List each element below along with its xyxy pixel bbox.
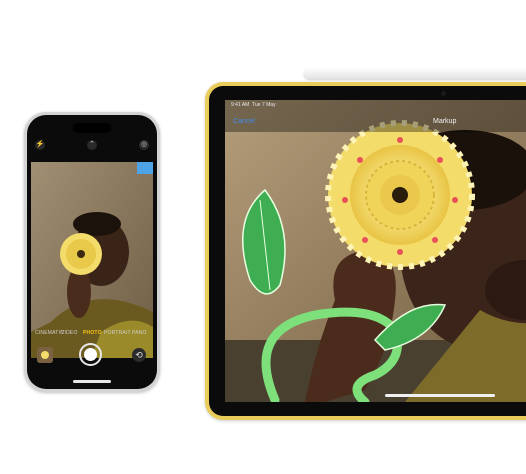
camera-mode-strip: CINEMATIC VIDEO PHOTO PORTRAIT PANO	[31, 330, 153, 342]
apple-pencil	[304, 69, 526, 79]
cancel-button[interactable]: Cancel	[233, 118, 255, 125]
markup-title: Markup	[433, 118, 457, 125]
mode-pano[interactable]: PANO	[132, 330, 147, 336]
shutter-icon	[84, 348, 97, 361]
mode-photo[interactable]: PHOTO	[83, 330, 102, 336]
markup-photo	[225, 100, 526, 402]
thumbnail-image	[37, 347, 53, 363]
home-indicator	[73, 380, 111, 383]
iphone-device: ⚡ ⌃ ◎ CINEMATIC VIDEO PHOTO PORTRAIT PAN…	[24, 112, 160, 392]
camera-viewfinder[interactable]	[31, 162, 153, 358]
camera-flip-icon[interactable]: ⟲	[132, 348, 146, 362]
live-photo-icon[interactable]: ◎	[139, 140, 149, 150]
chevron-up-icon[interactable]: ⌃	[87, 140, 97, 150]
ipad-screen: 9:41 AM Tue 7 May Cancel Markup	[209, 86, 526, 416]
last-photo-thumbnail[interactable]	[37, 347, 53, 363]
home-indicator	[385, 394, 495, 397]
mode-cinematic[interactable]: CINEMATIC	[35, 330, 64, 336]
status-date: Tue 7 May	[252, 102, 276, 108]
iphone-screen: ⚡ ⌃ ◎ CINEMATIC VIDEO PHOTO PORTRAIT PAN…	[27, 115, 157, 389]
markup-canvas[interactable]: 9:41 AM Tue 7 May Cancel Markup	[225, 100, 526, 402]
dynamic-island	[73, 123, 111, 133]
flower-drawing	[325, 120, 475, 270]
mode-video[interactable]: VIDEO	[61, 330, 78, 336]
viewfinder-photo	[31, 162, 153, 358]
status-time: 9:41 AM	[231, 102, 250, 108]
status-bar: 9:41 AM Tue 7 May	[231, 102, 276, 108]
ipad-device: 9:41 AM Tue 7 May Cancel Markup	[205, 82, 526, 420]
shutter-button[interactable]	[79, 343, 102, 366]
mode-portrait[interactable]: PORTRAIT	[104, 330, 131, 336]
flash-icon[interactable]: ⚡	[35, 140, 45, 150]
front-camera	[441, 91, 446, 96]
